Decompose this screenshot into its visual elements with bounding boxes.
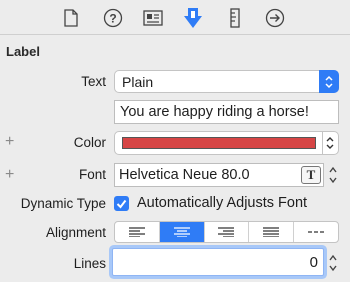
lines-label: Lines [73,256,106,271]
align-natural-button[interactable] [294,222,338,242]
alignment-label: Alignment [45,225,106,240]
attributes-icon[interactable] [182,7,204,29]
color-swatch [122,137,316,149]
lines-field[interactable]: 0 [112,248,324,276]
align-right-icon [218,227,235,237]
text-label: Text [81,74,106,89]
font-value: Helvetica Neue 80.0 [119,167,250,183]
popup-arrows-icon [319,70,339,93]
color-label: Color [73,135,106,150]
align-right-button[interactable] [205,222,250,242]
file-icon[interactable] [60,7,82,29]
alignment-segmented-control [114,221,339,243]
dynamic-type-checkbox-label[interactable]: Automatically Adjusts Font [137,195,307,211]
align-center-icon [173,227,190,237]
font-field[interactable]: Helvetica Neue 80.0 T [114,163,324,187]
section-title: Label [6,44,40,59]
text-type-popup[interactable]: Plain [114,70,339,93]
ruler-icon[interactable] [224,7,246,29]
checkmark-icon [116,199,127,209]
font-label: Font [78,167,106,182]
text-content-field[interactable]: You are happy riding a horse! [114,100,339,124]
color-well[interactable] [114,131,339,155]
svg-text:?: ? [109,12,116,26]
color-popup-arrows-icon[interactable] [325,135,335,156]
align-center-button[interactable] [159,222,205,242]
inspector-toolbar: ? [0,0,350,35]
lines-value: 0 [309,254,318,271]
dynamic-type-label: Dynamic Type [20,196,106,211]
color-divider [322,132,323,154]
text-type-value: Plain [122,74,154,90]
align-justified-button[interactable] [249,222,295,242]
font-picker-button[interactable]: T [301,166,321,184]
align-natural-icon [308,231,325,233]
font-size-stepper[interactable] [327,164,339,186]
help-icon[interactable]: ? [102,7,124,29]
identity-icon[interactable] [142,7,164,29]
dynamic-type-checkbox[interactable] [114,196,129,211]
lines-stepper[interactable] [327,252,339,274]
align-justified-icon [263,227,280,237]
connections-icon[interactable] [264,7,286,29]
align-left-button[interactable] [115,222,160,242]
align-left-icon [128,227,145,237]
